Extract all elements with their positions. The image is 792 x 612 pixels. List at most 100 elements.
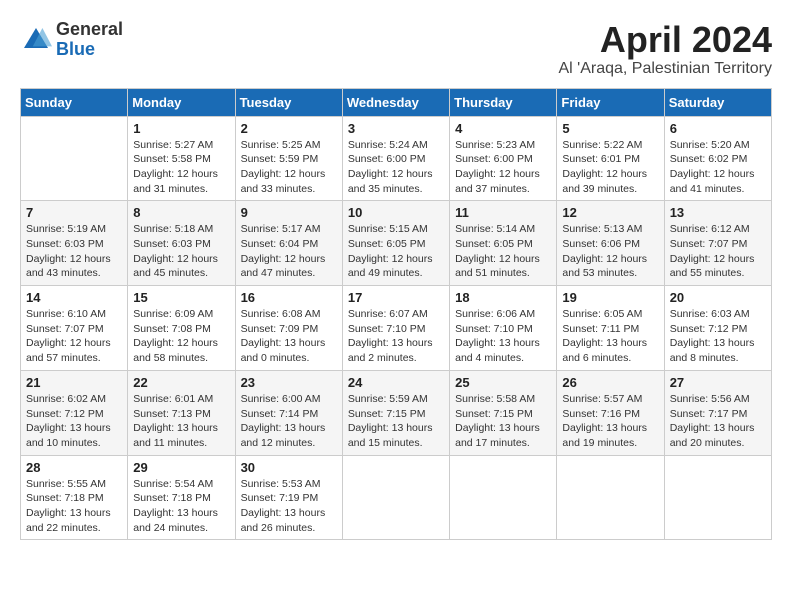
calendar-cell: 22Sunrise: 6:01 AM Sunset: 7:13 PM Dayli… (128, 370, 235, 455)
calendar-cell: 20 Sunrise: 6:03 AM Sunset: 7:12 PM Dayli… (664, 286, 771, 371)
day-info: Sunrise: 5:54 AM Sunset: 7:18 PM Dayligh… (133, 477, 229, 536)
day-number: 4 (455, 121, 551, 136)
weekday-header: Sunday (21, 88, 128, 116)
calendar-cell: 11 Sunrise: 5:14 AM Sunset: 6:05 PM Dayli… (450, 201, 557, 286)
calendar-cell: 14Sunrise: 6:10 AM Sunset: 7:07 PM Dayli… (21, 286, 128, 371)
day-number: 7 (26, 205, 122, 220)
calendar-cell: 30Sunrise: 5:53 AM Sunset: 7:19 PM Dayli… (235, 455, 342, 540)
day-info: Sunrise: 5:53 AM Sunset: 7:19 PM Dayligh… (241, 477, 337, 536)
calendar-cell: 12 Sunrise: 5:13 AM Sunset: 6:06 PM Dayli… (557, 201, 664, 286)
calendar-cell: 2 Sunrise: 5:25 AM Sunset: 5:59 PM Daylig… (235, 116, 342, 201)
page-header: General Blue April 2024 Al 'Araqa, Pales… (20, 20, 772, 78)
weekday-header: Thursday (450, 88, 557, 116)
day-number: 3 (348, 121, 444, 136)
day-number: 14 (26, 290, 122, 305)
day-number: 5 (562, 121, 658, 136)
day-info: Sunrise: 5:23 AM Sunset: 6:00 PM Dayligh… (455, 138, 551, 197)
day-info: Sunrise: 6:03 AM Sunset: 7:12 PM Dayligh… (670, 307, 766, 366)
day-info: Sunrise: 5:13 AM Sunset: 6:06 PM Dayligh… (562, 222, 658, 281)
calendar-cell: 18 Sunrise: 6:06 AM Sunset: 7:10 PM Dayli… (450, 286, 557, 371)
day-info: Sunrise: 6:08 AM Sunset: 7:09 PM Dayligh… (241, 307, 337, 366)
day-number: 23 (241, 375, 337, 390)
day-info: Sunrise: 5:22 AM Sunset: 6:01 PM Dayligh… (562, 138, 658, 197)
day-number: 16 (241, 290, 337, 305)
calendar-cell (450, 455, 557, 540)
day-number: 2 (241, 121, 337, 136)
day-info: Sunrise: 5:55 AM Sunset: 7:18 PM Dayligh… (26, 477, 122, 536)
day-info: Sunrise: 5:17 AM Sunset: 6:04 PM Dayligh… (241, 222, 337, 281)
day-number: 9 (241, 205, 337, 220)
day-info: Sunrise: 5:58 AM Sunset: 7:15 PM Dayligh… (455, 392, 551, 451)
day-info: Sunrise: 5:56 AM Sunset: 7:17 PM Dayligh… (670, 392, 766, 451)
calendar-cell: 27 Sunrise: 5:56 AM Sunset: 7:17 PM Dayli… (664, 370, 771, 455)
day-number: 29 (133, 460, 229, 475)
weekday-header: Monday (128, 88, 235, 116)
calendar-cell: 28 Sunrise: 5:55 AM Sunset: 7:18 PM Dayli… (21, 455, 128, 540)
day-info: Sunrise: 6:05 AM Sunset: 7:11 PM Dayligh… (562, 307, 658, 366)
calendar-cell: 5 Sunrise: 5:22 AM Sunset: 6:01 PM Daylig… (557, 116, 664, 201)
calendar-cell: 16 Sunrise: 6:08 AM Sunset: 7:09 PM Dayli… (235, 286, 342, 371)
day-number: 13 (670, 205, 766, 220)
calendar-cell (342, 455, 449, 540)
day-number: 27 (670, 375, 766, 390)
day-info: Sunrise: 5:14 AM Sunset: 6:05 PM Dayligh… (455, 222, 551, 281)
day-number: 11 (455, 205, 551, 220)
calendar-week-row: 21Sunrise: 6:02 AM Sunset: 7:12 PM Dayli… (21, 370, 772, 455)
day-number: 1 (133, 121, 229, 136)
month-title: April 2024 (558, 20, 772, 60)
calendar-cell: 23 Sunrise: 6:00 AM Sunset: 7:14 PM Dayli… (235, 370, 342, 455)
day-number: 15 (133, 290, 229, 305)
day-number: 6 (670, 121, 766, 136)
day-info: Sunrise: 6:00 AM Sunset: 7:14 PM Dayligh… (241, 392, 337, 451)
calendar-cell: 17Sunrise: 6:07 AM Sunset: 7:10 PM Dayli… (342, 286, 449, 371)
weekday-header: Saturday (664, 88, 771, 116)
calendar-cell: 8 Sunrise: 5:18 AM Sunset: 6:03 PM Daylig… (128, 201, 235, 286)
day-info: Sunrise: 6:06 AM Sunset: 7:10 PM Dayligh… (455, 307, 551, 366)
day-number: 17 (348, 290, 444, 305)
day-number: 20 (670, 290, 766, 305)
logo-icon (20, 24, 52, 56)
day-number: 19 (562, 290, 658, 305)
day-info: Sunrise: 5:59 AM Sunset: 7:15 PM Dayligh… (348, 392, 444, 451)
calendar-cell: 4 Sunrise: 5:23 AM Sunset: 6:00 PM Daylig… (450, 116, 557, 201)
weekday-header: Tuesday (235, 88, 342, 116)
day-number: 12 (562, 205, 658, 220)
day-number: 8 (133, 205, 229, 220)
day-number: 26 (562, 375, 658, 390)
calendar-cell: 9 Sunrise: 5:17 AM Sunset: 6:04 PM Daylig… (235, 201, 342, 286)
day-info: Sunrise: 6:12 AM Sunset: 7:07 PM Dayligh… (670, 222, 766, 281)
calendar-cell (21, 116, 128, 201)
calendar-cell: 7 Sunrise: 5:19 AM Sunset: 6:03 PM Daylig… (21, 201, 128, 286)
calendar-week-row: 7 Sunrise: 5:19 AM Sunset: 6:03 PM Daylig… (21, 201, 772, 286)
weekday-header: Friday (557, 88, 664, 116)
calendar-cell: 29 Sunrise: 5:54 AM Sunset: 7:18 PM Dayli… (128, 455, 235, 540)
day-info: Sunrise: 5:18 AM Sunset: 6:03 PM Dayligh… (133, 222, 229, 281)
calendar-cell: 10 Sunrise: 5:15 AM Sunset: 6:05 PM Dayli… (342, 201, 449, 286)
day-info: Sunrise: 6:02 AM Sunset: 7:12 PM Dayligh… (26, 392, 122, 451)
day-info: Sunrise: 5:57 AM Sunset: 7:16 PM Dayligh… (562, 392, 658, 451)
day-info: Sunrise: 5:25 AM Sunset: 5:59 PM Dayligh… (241, 138, 337, 197)
day-number: 22 (133, 375, 229, 390)
day-info: Sunrise: 6:09 AM Sunset: 7:08 PM Dayligh… (133, 307, 229, 366)
calendar-cell (557, 455, 664, 540)
calendar-cell: 25Sunrise: 5:58 AM Sunset: 7:15 PM Dayli… (450, 370, 557, 455)
day-info: Sunrise: 5:15 AM Sunset: 6:05 PM Dayligh… (348, 222, 444, 281)
day-number: 28 (26, 460, 122, 475)
calendar-cell: 6 Sunrise: 5:20 AM Sunset: 6:02 PM Daylig… (664, 116, 771, 201)
calendar-cell: 26 Sunrise: 5:57 AM Sunset: 7:16 PM Dayli… (557, 370, 664, 455)
calendar-cell (664, 455, 771, 540)
calendar-cell: 19 Sunrise: 6:05 AM Sunset: 7:11 PM Dayli… (557, 286, 664, 371)
logo-general: General (56, 20, 123, 40)
day-info: Sunrise: 5:19 AM Sunset: 6:03 PM Dayligh… (26, 222, 122, 281)
calendar-cell: 13 Sunrise: 6:12 AM Sunset: 7:07 PM Dayli… (664, 201, 771, 286)
day-number: 18 (455, 290, 551, 305)
day-info: Sunrise: 5:27 AM Sunset: 5:58 PM Dayligh… (133, 138, 229, 197)
calendar-week-row: 1 Sunrise: 5:27 AM Sunset: 5:58 PM Daylig… (21, 116, 772, 201)
logo-text: General Blue (56, 20, 123, 60)
day-info: Sunrise: 5:20 AM Sunset: 6:02 PM Dayligh… (670, 138, 766, 197)
calendar-cell: 1 Sunrise: 5:27 AM Sunset: 5:58 PM Daylig… (128, 116, 235, 201)
weekday-header: Wednesday (342, 88, 449, 116)
logo-blue: Blue (56, 40, 123, 60)
logo: General Blue (20, 20, 123, 60)
day-number: 10 (348, 205, 444, 220)
